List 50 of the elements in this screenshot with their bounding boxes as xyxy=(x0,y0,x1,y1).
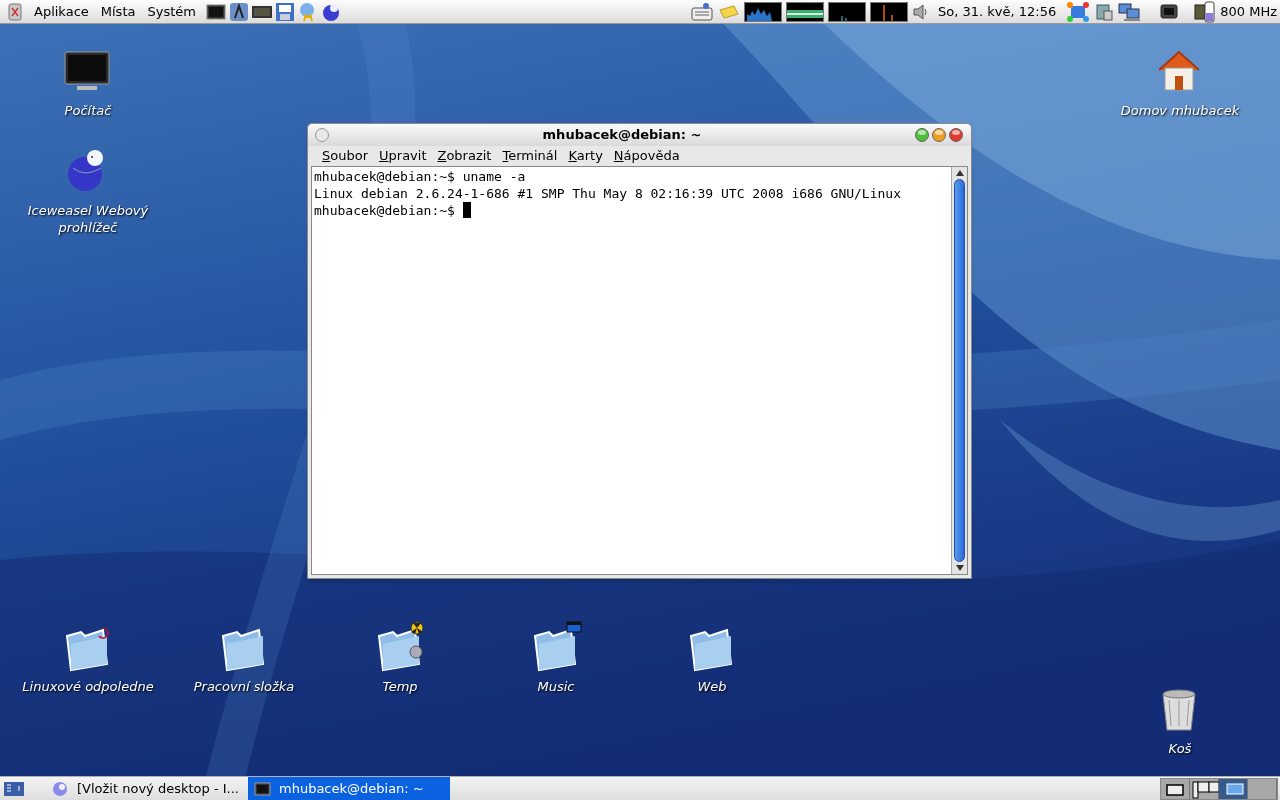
menu-item[interactable]: Upravit xyxy=(374,146,432,166)
computers-icon[interactable] xyxy=(1118,1,1143,22)
monitor-icon[interactable] xyxy=(1160,2,1179,21)
icon-label: Linuxové odpoledne xyxy=(21,678,155,695)
network-icon[interactable] xyxy=(1066,0,1091,23)
icon-label: Domov mhubacek xyxy=(1119,102,1241,119)
clock[interactable]: So, 31. kvě, 12:56 xyxy=(932,1,1063,22)
icon-label: Web xyxy=(696,678,728,695)
panel-menu[interactable]: Aplikace xyxy=(28,0,95,23)
panel-menu[interactable]: Systém xyxy=(141,0,202,23)
device-icon[interactable] xyxy=(1094,1,1115,22)
battery-icon[interactable] xyxy=(1194,0,1217,23)
network-graph[interactable] xyxy=(828,1,866,22)
window-title: mhubacek@debian: ~ xyxy=(541,126,703,145)
terminal-line: Linux debian 2.6.24-1-686 #1 SMP Thu May 8 02:16:39 UTC 2008 i686 GNU/Linux xyxy=(314,185,901,202)
icon-label: Pracovní složka xyxy=(192,678,296,695)
close-button[interactable] xyxy=(948,127,965,143)
keyboard-icon[interactable] xyxy=(690,1,714,22)
terminal-icon[interactable] xyxy=(205,1,226,22)
disk-graph[interactable] xyxy=(870,1,908,22)
speaker-icon[interactable] xyxy=(912,1,928,22)
icon-label: Music xyxy=(536,678,576,695)
workspace-button[interactable] xyxy=(1161,778,1190,799)
terminal-icon xyxy=(254,780,271,797)
menu-item[interactable]: Nápověda xyxy=(608,146,685,166)
folder-icon[interactable] xyxy=(375,624,425,672)
folder-icon[interactable] xyxy=(531,624,581,672)
icon-label: Počítač xyxy=(63,102,113,119)
globe-icon xyxy=(52,780,69,797)
workspace-button[interactable] xyxy=(1190,778,1219,799)
icon-label: Temp xyxy=(381,678,419,695)
cpu-graph[interactable] xyxy=(744,1,782,22)
panel-menu[interactable]: Místa xyxy=(94,0,142,23)
menu-item[interactable]: Karty xyxy=(563,146,608,166)
memory-graph[interactable] xyxy=(786,1,824,22)
taskbar-button[interactable]: [Vložit nový desktop - I... xyxy=(46,776,248,800)
icon-label: Iceweasel Webový prohlížeč xyxy=(26,202,150,236)
terminal-line: mhubacek@debian:~$ uname -a xyxy=(314,168,526,185)
icon-label: Koš xyxy=(1167,740,1193,757)
maximize-button[interactable] xyxy=(931,127,948,143)
globe-icon[interactable] xyxy=(320,1,341,22)
menu-item[interactable]: Zobrazit xyxy=(432,146,497,166)
menu-item[interactable]: Soubor xyxy=(317,146,373,166)
terminal-line: mhubacek@debian:~$ xyxy=(314,202,456,219)
floppy-icon[interactable] xyxy=(274,1,295,22)
taskbar-button[interactable]: mhubacek@debian: ~ xyxy=(248,776,450,800)
scrollbar[interactable] xyxy=(951,167,967,574)
menu-item[interactable]: Terminál xyxy=(497,146,563,166)
minimize-button[interactable] xyxy=(914,127,931,143)
cpu-frequency: 800 MHz xyxy=(1220,2,1278,21)
